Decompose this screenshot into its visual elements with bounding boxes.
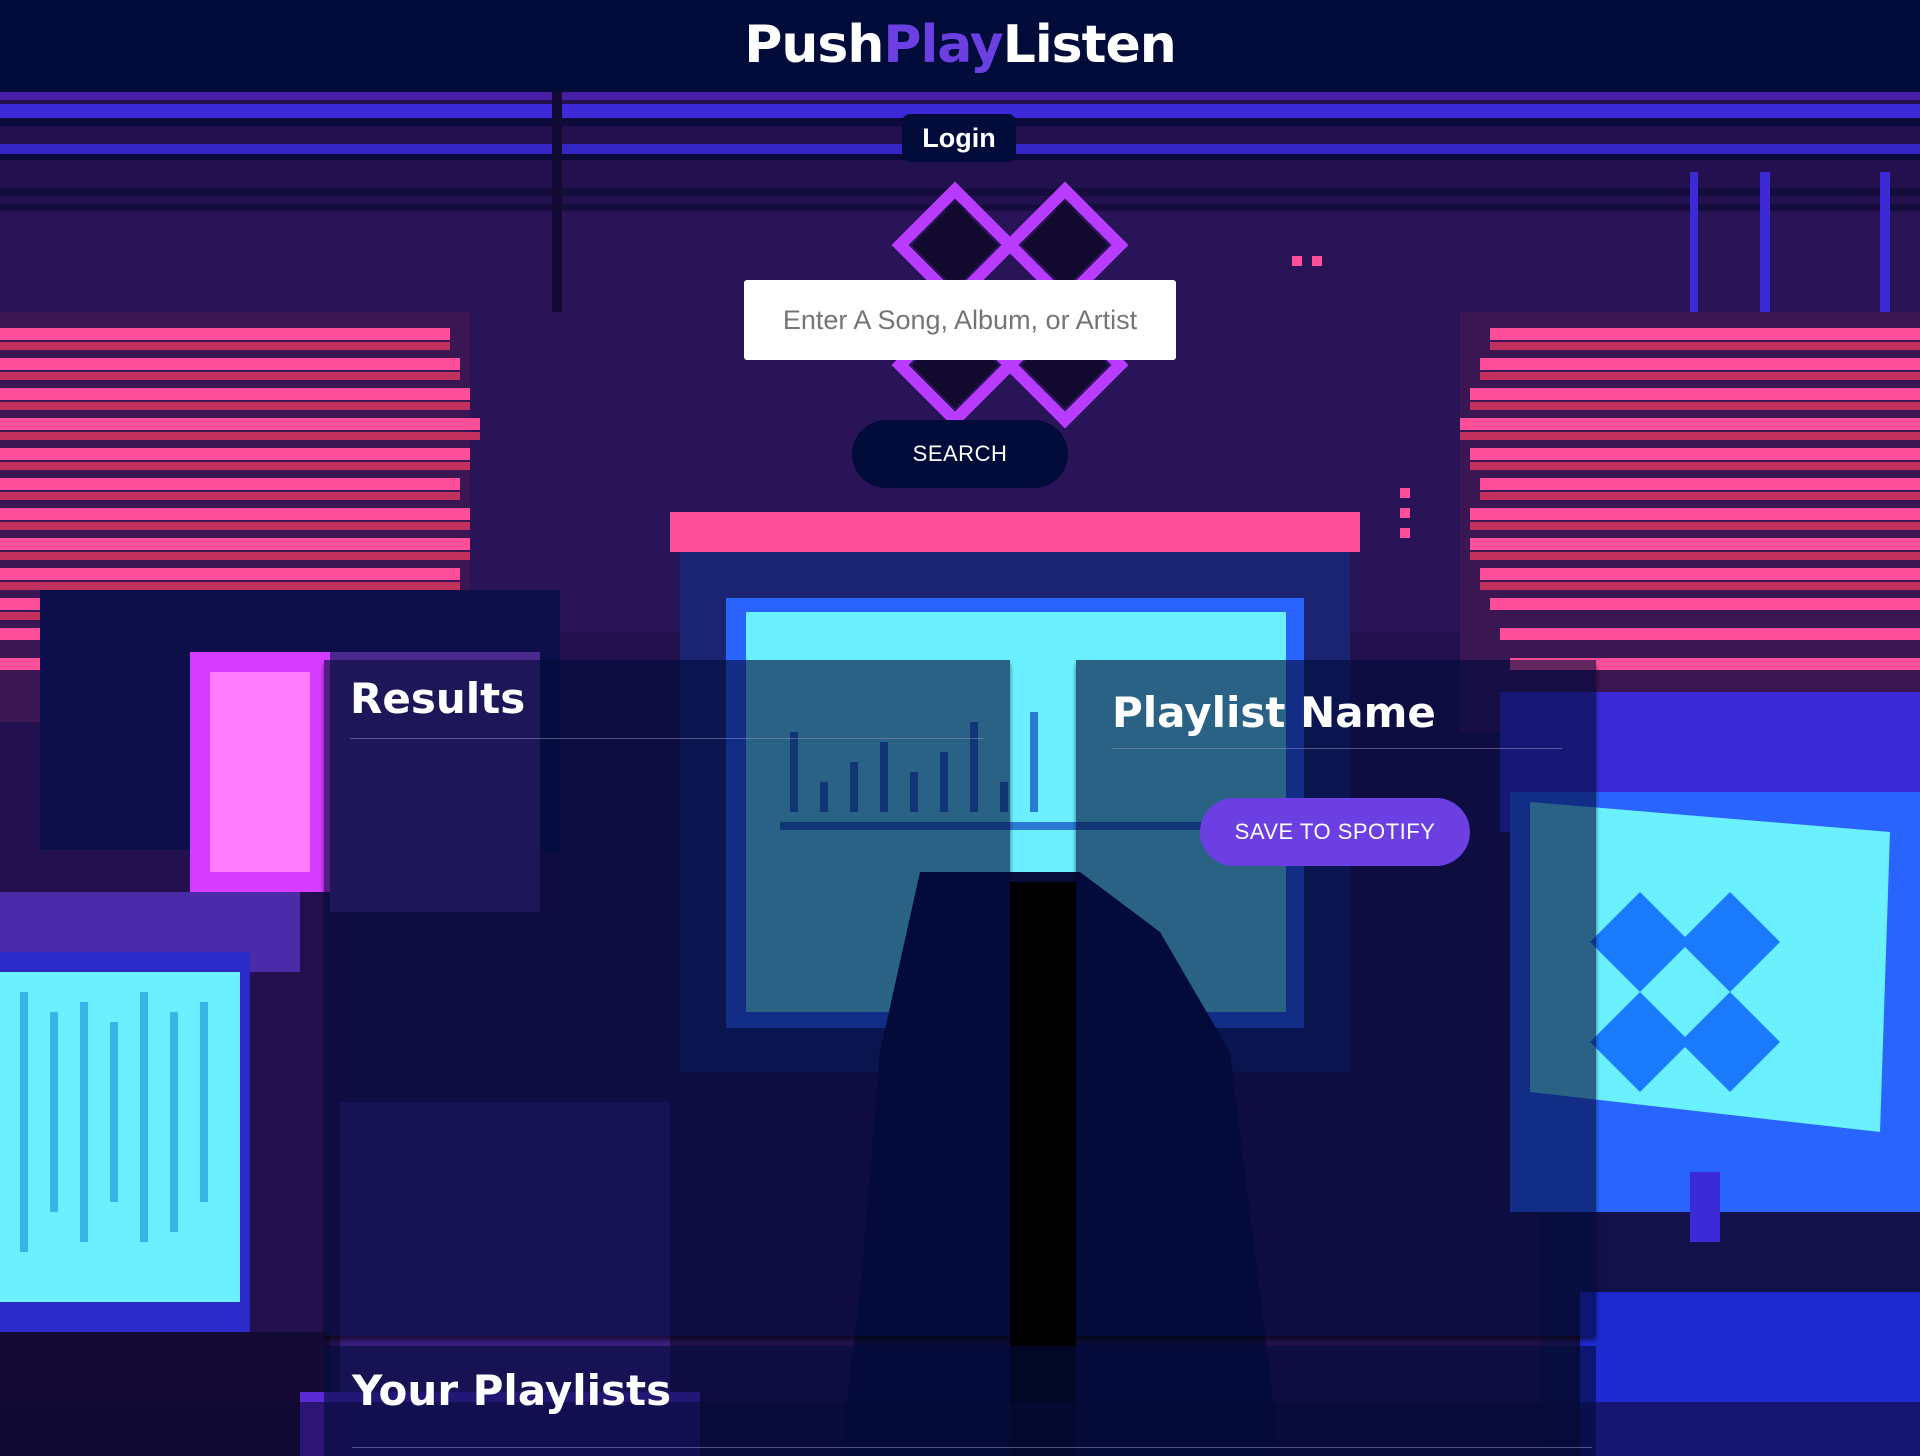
logo-part-play: Play — [883, 15, 1003, 75]
your-playlists-panel: Your Playlists — [324, 1346, 1596, 1456]
your-playlists-title: Your Playlists — [352, 1366, 672, 1415]
app-logo[interactable]: PushPlayListen — [0, 10, 1920, 80]
results-divider — [350, 738, 984, 739]
search-input[interactable] — [744, 280, 1176, 360]
logo-part-push: Push — [744, 15, 884, 75]
playlist-name[interactable]: Playlist Name — [1112, 688, 1436, 738]
your-playlists-divider — [352, 1447, 1592, 1448]
logo-part-listen: Listen — [1002, 15, 1177, 75]
site-header: PushPlayListen — [0, 0, 1920, 92]
playlist-panel: Playlist Name — [1076, 660, 1596, 1336]
playlist-name-divider — [1112, 748, 1562, 749]
results-title: Results — [350, 674, 526, 723]
save-to-spotify-button[interactable]: SAVE TO SPOTIFY — [1200, 798, 1470, 866]
search-button[interactable]: SEARCH — [852, 420, 1068, 488]
results-panel: Results — [324, 660, 1010, 1336]
login-button[interactable]: Login — [902, 114, 1016, 162]
